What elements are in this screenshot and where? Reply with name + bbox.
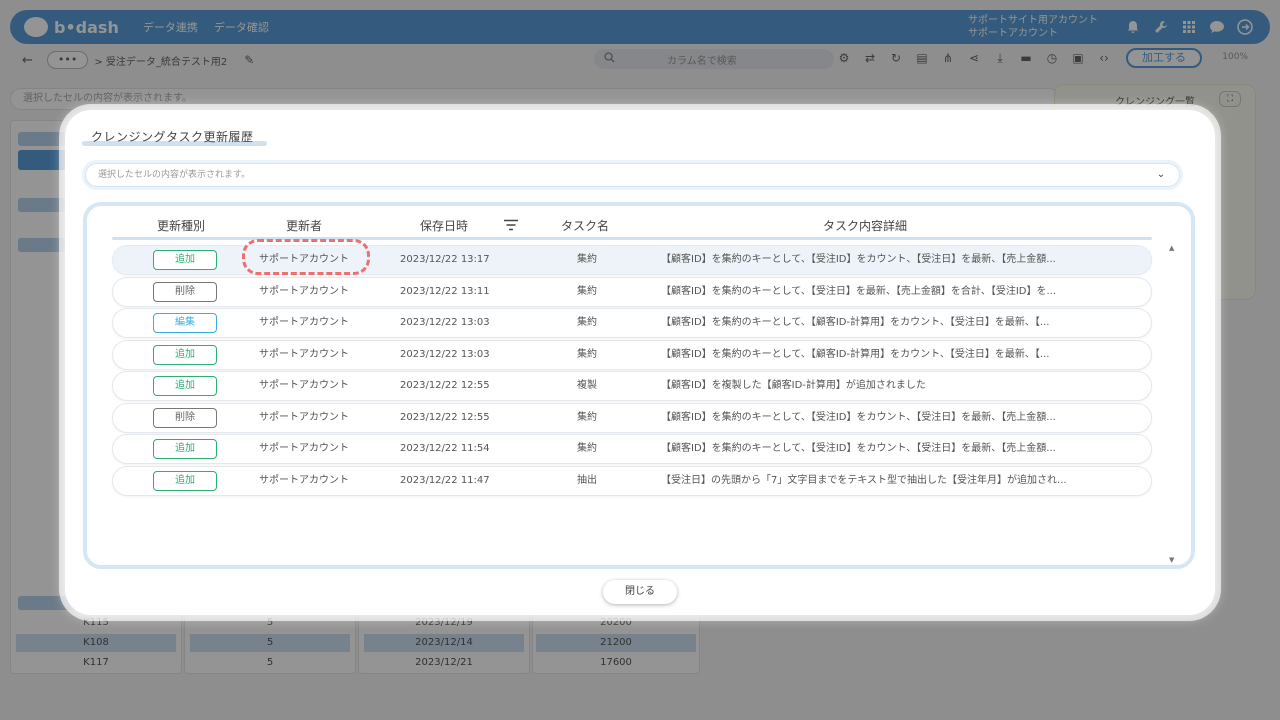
task-name-cell: 集約: [577, 443, 597, 454]
column-header-task-name: タスク名: [561, 219, 610, 233]
updater-cell: サポートアカウント: [259, 412, 349, 423]
task-name-cell: 集約: [577, 412, 597, 423]
saved-at-cell: 2023/12/22 13:03: [400, 349, 490, 360]
detail-cell: 【顧客ID】を集約のキーとして、【顧客ID-計算用】をカウント、【受注日】を最新…: [661, 349, 1050, 360]
updater-cell: サポートアカウント: [259, 443, 349, 454]
saved-at-cell: 2023/12/22 11:47: [400, 475, 490, 486]
detail-cell: 【顧客ID】を複製した【顧客ID-計算用】が追加されました: [661, 380, 926, 391]
saved-at-cell: 2023/12/22 12:55: [400, 380, 490, 391]
task-name-cell: 集約: [577, 254, 597, 265]
updater-cell: サポートアカウント: [259, 349, 349, 360]
updater-cell: サポートアカウント: [259, 317, 349, 328]
task-history-modal: クレンジングタスク更新履歴 選択したセルの内容が表示されます。 ⌄ 更新種別 更…: [65, 110, 1215, 615]
type-badge-add: 追加: [153, 250, 217, 270]
detail-cell: 【顧客ID】を集約のキーとして、【受注ID】をカウント、【受注日】を最新、【売上…: [661, 254, 1056, 265]
modal-cell-content-bar[interactable]: 選択したセルの内容が表示されます。 ⌄: [85, 163, 1180, 187]
history-row[interactable]: 追加 サポートアカウント 2023/12/22 12:55 複製 【顧客ID】を…: [112, 371, 1152, 401]
modal-cell-content-placeholder: 選択したセルの内容が表示されます。: [98, 170, 251, 180]
column-header-detail: タスク内容詳細: [823, 219, 908, 233]
task-name-cell: 集約: [577, 286, 597, 297]
detail-cell: 【顧客ID】を集約のキーとして、【受注ID】をカウント、【受注日】を最新、【売上…: [661, 443, 1056, 454]
task-name-cell: 抽出: [577, 475, 597, 486]
type-badge-add: 追加: [153, 471, 217, 491]
column-header-type: 更新種別: [157, 219, 206, 233]
detail-cell: 【受注日】の先頭から「7」文字目までをテキスト型で抽出した【受注年月】が追加され…: [661, 475, 1067, 486]
type-badge-edit: 編集: [153, 313, 217, 333]
updater-cell: サポートアカウント: [259, 475, 349, 486]
history-row[interactable]: 追加 サポートアカウント 2023/12/22 11:54 集約 【顧客ID】を…: [112, 434, 1152, 464]
history-row[interactable]: 追加 サポートアカウント 2023/12/22 11:47 抽出 【受注日】の先…: [112, 466, 1152, 496]
modal-title: クレンジングタスク更新履歴: [91, 130, 254, 144]
scroll-down-icon[interactable]: ▼: [1169, 556, 1174, 564]
updater-cell: サポートアカウント: [259, 286, 349, 297]
chevron-down-icon[interactable]: ⌄: [1153, 168, 1169, 182]
detail-cell: 【顧客ID】を集約のキーとして、【受注日】を最新、【売上金額】を合計、【受注ID…: [661, 286, 1057, 297]
column-header-saved-at[interactable]: 保存日時: [420, 217, 468, 234]
type-badge-add: 追加: [153, 439, 217, 459]
history-row[interactable]: 削除 サポートアカウント 2023/12/22 13:11 集約 【顧客ID】を…: [112, 277, 1152, 307]
updater-cell: サポートアカウント: [259, 380, 349, 391]
type-badge-delete: 削除: [153, 282, 217, 302]
detail-cell: 【顧客ID】を集約のキーとして、【顧客ID-計算用】をカウント、【受注日】を最新…: [661, 317, 1050, 328]
saved-at-cell: 2023/12/22 13:17: [400, 254, 490, 265]
history-row[interactable]: 追加 サポートアカウント 2023/12/22 13:03 集約 【顧客ID】を…: [112, 340, 1152, 370]
type-badge-add: 追加: [153, 376, 217, 396]
column-header-updater: 更新者: [286, 219, 323, 233]
scroll-up-icon[interactable]: ▲: [1169, 244, 1174, 252]
task-name-cell: 集約: [577, 349, 597, 360]
saved-at-cell: 2023/12/22 11:54: [400, 443, 490, 454]
task-name-cell: 複製: [577, 380, 597, 391]
saved-at-cell: 2023/12/22 13:03: [400, 317, 490, 328]
scrollbar[interactable]: ▲ ▼: [1169, 244, 1177, 564]
type-badge-delete: 削除: [153, 408, 217, 428]
highlight-annotation: [242, 239, 370, 275]
detail-cell: 【顧客ID】を集約のキーとして、【受注ID】をカウント、【受注日】を最新、【売上…: [661, 412, 1056, 423]
saved-at-cell: 2023/12/22 13:11: [400, 286, 490, 297]
saved-at-cell: 2023/12/22 12:55: [400, 412, 490, 423]
history-row[interactable]: 削除 サポートアカウント 2023/12/22 12:55 集約 【顧客ID】を…: [112, 403, 1152, 433]
close-button[interactable]: 閉じる: [603, 580, 677, 604]
task-name-cell: 集約: [577, 317, 597, 328]
history-row[interactable]: 編集 サポートアカウント 2023/12/22 13:03 集約 【顧客ID】を…: [112, 308, 1152, 338]
type-badge-add: 追加: [153, 345, 217, 365]
sort-filter-icon[interactable]: [503, 219, 519, 231]
